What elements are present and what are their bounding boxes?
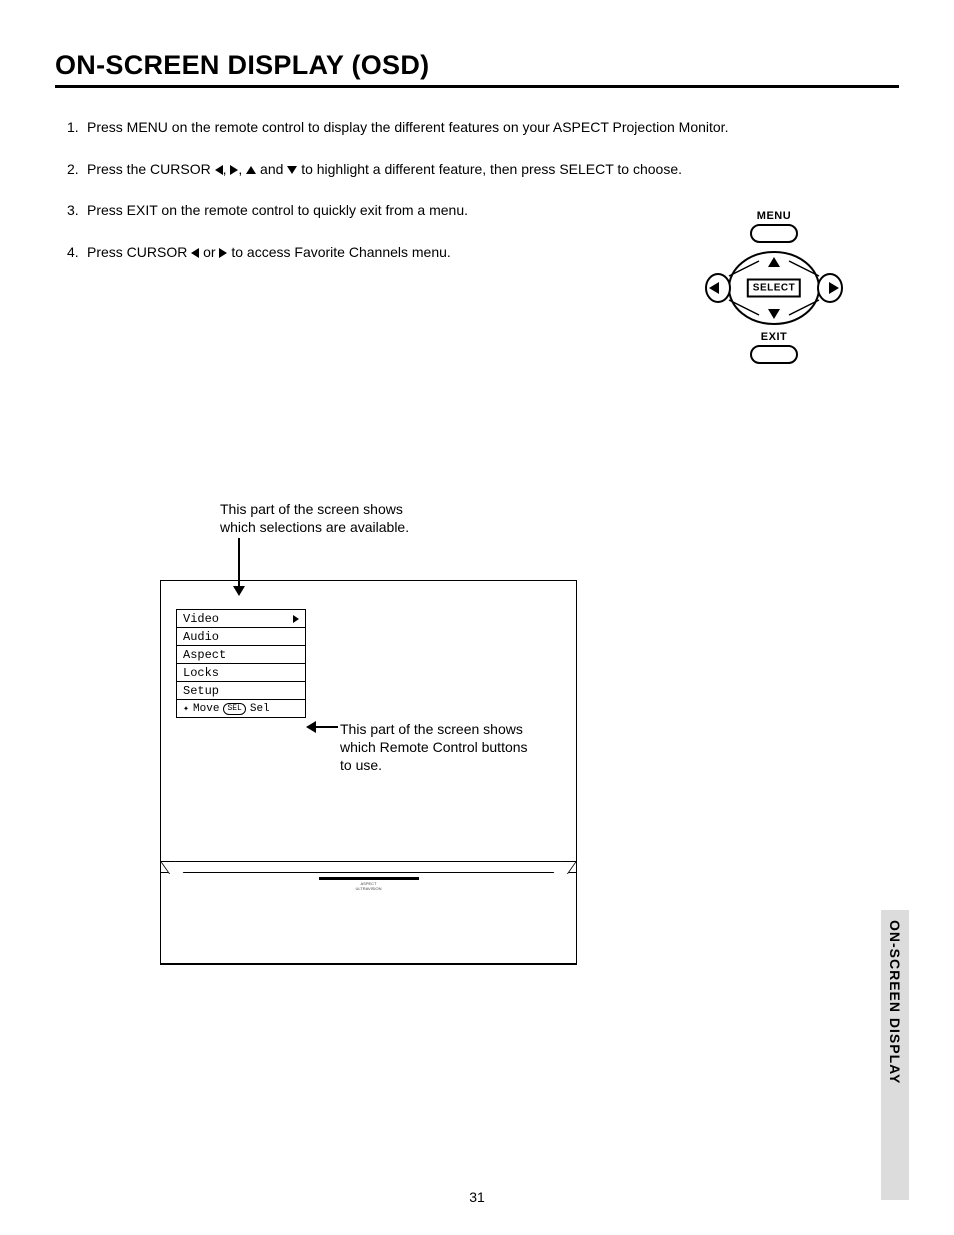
osd-item-setup: Setup xyxy=(176,682,306,700)
osd-item-audio: Audio xyxy=(176,628,306,646)
title-underline xyxy=(55,85,899,88)
osd-item-locks: Locks xyxy=(176,664,306,682)
select-button-label: SELECT xyxy=(747,279,801,298)
arrow-left-icon xyxy=(308,726,338,728)
page-number: 31 xyxy=(0,1189,954,1205)
tv-brand-tag: ASPECT ULTRAVISION xyxy=(319,877,419,891)
step-number: 2. xyxy=(67,160,87,180)
tv-speaker-panel: ASPECT ULTRAVISION xyxy=(161,873,576,964)
osd-item-video: Video xyxy=(176,609,306,628)
cursor-left-icon xyxy=(215,165,223,175)
section-tab: ON-SCREEN DISPLAY xyxy=(881,910,909,1200)
step-number: 1. xyxy=(67,118,87,138)
step-text: Press CURSOR or to access Favorite Chann… xyxy=(87,243,451,263)
cursor-down-icon xyxy=(287,166,297,174)
dpad-up-icon xyxy=(768,257,780,267)
osd-hint-row: ✦ Move SEL Sel xyxy=(176,700,306,718)
page: ON-SCREEN DISPLAY (OSD) 1. Press MENU on… xyxy=(0,0,954,1235)
remote-control-illustration: MENU SELECT EXIT xyxy=(694,210,854,370)
move-diamond-icon: ✦ xyxy=(183,703,189,715)
step-text: Press MENU on the remote control to disp… xyxy=(87,118,728,138)
sel-button-icon: SEL xyxy=(223,703,245,715)
step-text: Press the CURSOR , , and to highlight a … xyxy=(87,160,682,180)
menu-label: MENU xyxy=(694,210,854,222)
dpad-right-icon xyxy=(829,282,839,294)
page-title: ON-SCREEN DISPLAY (OSD) xyxy=(55,50,899,81)
step-2: 2. Press the CURSOR , , and to highlight… xyxy=(67,160,899,180)
menu-button-icon xyxy=(750,224,798,243)
dpad-left-icon xyxy=(709,282,719,294)
dpad-down-icon xyxy=(768,309,780,319)
callout-selections-available: This part of the screen shows which sele… xyxy=(220,500,409,536)
exit-label: EXIT xyxy=(694,331,854,343)
step-1: 1. Press MENU on the remote control to d… xyxy=(67,118,899,138)
dpad-icon: SELECT xyxy=(704,249,844,327)
exit-button-icon xyxy=(750,345,798,364)
submenu-arrow-icon xyxy=(293,615,299,623)
step-text: Press EXIT on the remote control to quic… xyxy=(87,201,468,221)
step-number: 3. xyxy=(67,201,87,221)
osd-menu: Video Audio Aspect Locks Setup ✦ Move xyxy=(176,609,306,718)
section-tab-label: ON-SCREEN DISPLAY xyxy=(887,920,903,1084)
callout-remote-buttons: This part of the screen shows which Remo… xyxy=(340,720,550,775)
cursor-up-icon xyxy=(246,166,256,174)
osd-item-aspect: Aspect xyxy=(176,646,306,664)
step-number: 4. xyxy=(67,243,87,263)
tv-bevel xyxy=(161,861,576,873)
